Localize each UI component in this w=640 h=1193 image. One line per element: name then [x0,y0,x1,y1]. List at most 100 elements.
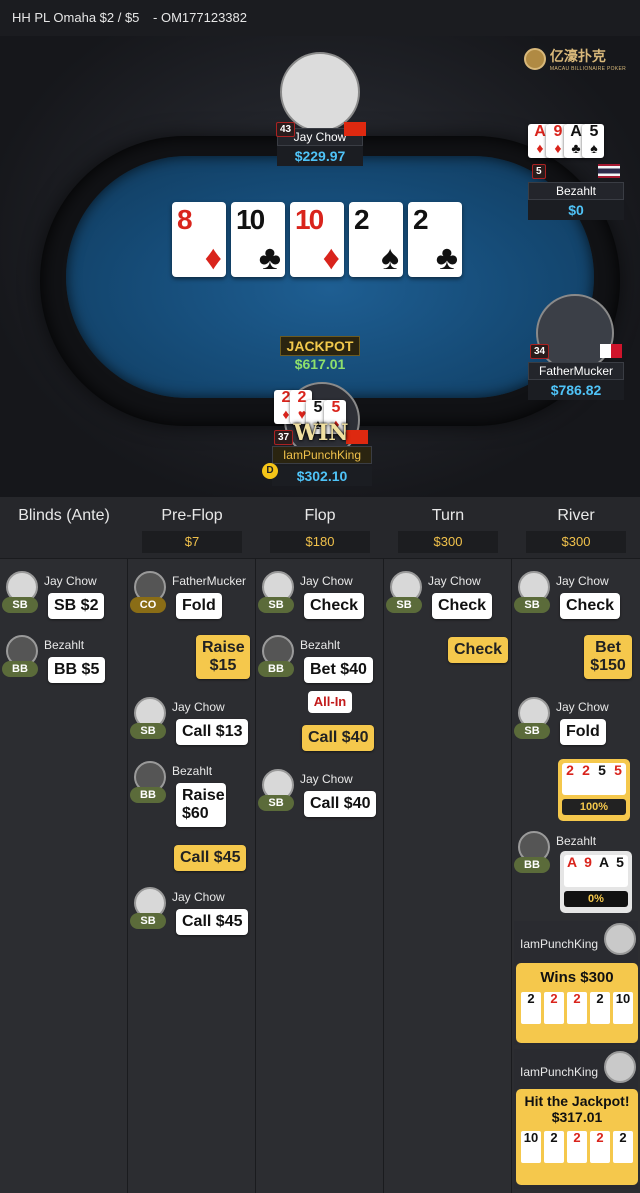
position-badge: CO [130,597,166,613]
column-title: Blinds (Ante) [18,507,110,524]
position-badge: SB [130,913,166,929]
poker-table: 亿濠扑克 MACAU BILLIONAIRE POKER 8 ♦ 10 ♣ 10 ♦ … [0,36,640,497]
brand-seal-icon [523,48,546,70]
hole-card: 5 ♠ [582,124,604,158]
action-row: BB Bezahlt Raise $60 [128,761,256,831]
result-win: IamPunchKing Wins $300 2 2 2 2 10 [514,921,638,1045]
jackpot-hand-cards: 10 2 2 2 2 [516,1125,638,1167]
player-name: FatherMucker [528,362,624,380]
player-name: Bezahlt [528,182,624,200]
action-row: BB Bezahlt BB $5 [0,635,128,685]
action-bubble: BB $5 [48,657,106,683]
seat-jay-chow[interactable]: 43 Jay Chow $229.97 [270,52,370,166]
position-badge: BB [514,857,550,873]
equity-percent: 0% [564,891,628,907]
column-title: Flop [304,507,336,524]
position-badge: SB [130,723,166,739]
column-flop: Flop $180 SB Jay Chow Check BB Bezahlt B… [256,497,384,1193]
position-badge: SB [2,597,38,613]
column-header: Pre-Flop $7 [128,497,256,559]
avatar [604,1051,636,1083]
winner-name: IamPunchKing [520,1065,599,1079]
position-badge: SB [258,795,294,811]
action-bubble: Bet $40 [304,657,373,683]
pot-amount: $300 [526,531,626,553]
flag-icon [600,344,622,358]
column-blinds: Blinds (Ante) SB Jay Chow SB $2 BB Bezah… [0,497,128,1193]
hand-cards: 2255 [562,763,626,795]
hand-cards: A9A5 [564,855,628,887]
action-bubble: Raise $15 [196,635,250,679]
player-name: Bezahlt [556,834,597,848]
hand-header: HH PL Omaha $2 / $5 - OM177123382 [0,0,640,36]
action-bubble: Call $40 [302,725,375,751]
player-name: Jay Chow [172,700,225,714]
action-bubble: Call $40 [304,791,377,817]
column-header: Flop $180 [256,497,384,559]
player-name: Bezahlt [300,638,341,652]
action-history: Blinds (Ante) SB Jay Chow SB $2 BB Bezah… [0,497,640,1193]
player-name: Jay Chow [428,574,481,588]
position-badge: SB [514,723,550,739]
action-bubble: Fold [176,593,222,619]
player-name: IamPunchKing [272,446,372,464]
level-badge: 43 [276,122,296,137]
jackpot-amount: $317.01 [551,1109,603,1125]
seat-fathermucker[interactable]: 34 FatherMucker $786.82 [528,294,624,400]
action-bubble: Call $13 [176,719,249,745]
player-name: Jay Chow [172,890,225,904]
column-header: River $300 [512,497,640,559]
position-badge: SB [514,597,550,613]
hand-id: - OM177123382 [153,10,247,25]
pot-amount: $300 [398,531,498,553]
jackpot-label: JACKPOT [280,336,360,356]
player-name: Jay Chow [44,574,97,588]
player-name: Bezahlt [172,764,213,778]
avatar [280,52,360,132]
action-row: SB Jay Chow Call $45 [128,887,256,937]
position-badge: BB [130,787,166,803]
player-stack: $0 [528,200,624,220]
action-row: SB Jay Chow Check [512,571,640,621]
action-bubble: Call $45 [174,845,247,871]
player-name: Bezahlt [44,638,85,652]
win-panel: Wins $300 2 2 2 2 10 [516,963,638,1043]
level-badge: 5 [532,164,546,179]
brand-name: 亿濠扑克 [549,49,606,65]
action-bubble: Raise $60 [176,783,226,827]
action-bubble: Bet $150 [584,635,632,679]
avatar [536,294,614,372]
seat-bezahlt[interactable]: A ♦ 9 ♦ A ♣ 5 ♠ 5 Bezahlt $0 [528,124,624,220]
jackpot-panel: Hit the Jackpot! $317.01 10 2 2 2 2 [516,1089,638,1185]
game-title: HH PL Omaha $2 / $5 [12,10,140,25]
flag-icon [344,122,366,136]
action-bubble: SB $2 [48,593,105,619]
player-name: Jay Chow [556,574,609,588]
column-title: River [557,507,595,524]
action-row: SB Jay Chow Check [384,571,512,621]
action-row: SB Jay Chow Call $13 [128,697,256,747]
player-stack: $229.97 [277,146,363,166]
winning-hand-cards: 2 2 2 2 10 [516,986,638,1028]
column-title: Pre-Flop [161,507,223,524]
hand-equity-bezahlt: A9A5 0% [560,851,632,913]
column-header: Blinds (Ante) [0,497,128,559]
board-card-4: 2 ♠ [349,202,403,277]
action-row: SB Jay Chow Fold [512,697,640,747]
brand-logo: 亿濠扑克 MACAU BILLIONAIRE POKER [523,46,626,72]
jackpot-value: $617.01 [294,356,346,372]
action-bubble: Check [560,593,621,619]
all-in-tag: All-In [308,691,352,713]
position-badge: BB [2,661,38,677]
player-stack: $786.82 [528,380,624,400]
column-header: Turn $300 [384,497,512,559]
position-badge: BB [258,661,294,677]
avatar [604,923,636,955]
jackpot-text: Hit the Jackpot! [524,1093,630,1109]
action-row: SB Jay Chow SB $2 [0,571,128,621]
action-bubble: Call $45 [176,909,249,935]
player-name: Jay Chow [300,772,353,786]
action-row: SB Jay Chow Call $40 [256,769,384,819]
column-title: Turn [431,507,465,524]
level-badge: 34 [530,344,550,359]
